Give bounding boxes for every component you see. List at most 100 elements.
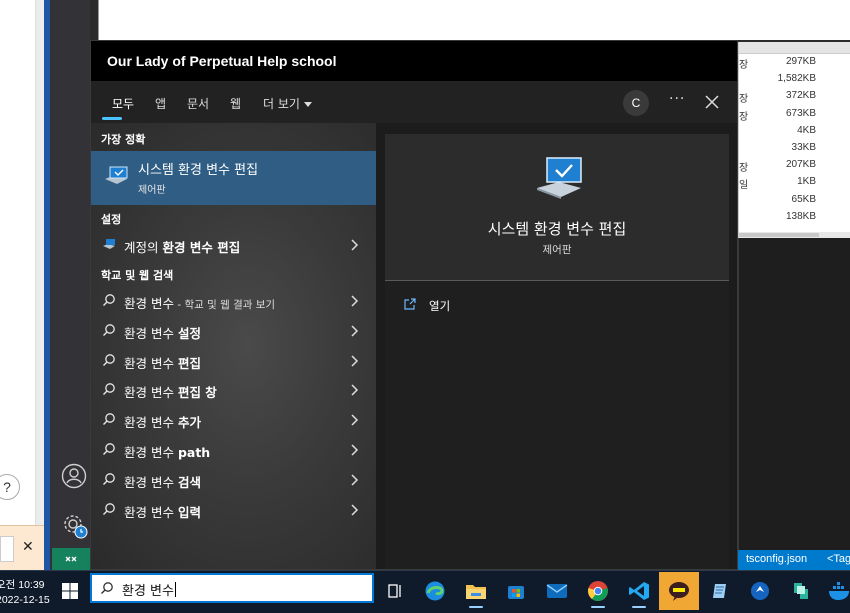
account-avatar[interactable]: C	[623, 90, 649, 116]
settings-result-item[interactable]: 계정의 환경 변수 편집	[91, 230, 376, 260]
task-view-icon[interactable]	[381, 577, 409, 605]
web-result-item[interactable]: 환경 변수 추가	[91, 405, 376, 435]
clock-time: 오전 10:39	[0, 579, 45, 591]
chevron-right-icon	[351, 239, 359, 251]
best-match-item[interactable]: 시스템 환경 변수 편집 제어판	[91, 151, 376, 205]
search-icon	[101, 582, 113, 594]
panel-header: Our Lady of Perpetual Help school	[91, 41, 737, 81]
kakaotalk-icon[interactable]	[659, 572, 699, 610]
settings-gear-icon[interactable]	[61, 512, 89, 540]
chevron-right-icon	[351, 384, 359, 396]
remote-indicator-icon[interactable]	[52, 548, 90, 570]
system-clock[interactable]: 오전 10:39 2022-12-15	[0, 578, 50, 608]
preview-pane: 시스템 환경 변수 편집 제어판 열기	[385, 134, 729, 569]
file-row[interactable]: 장 372KB	[739, 88, 850, 105]
web-result-item[interactable]: 환경 변수 path	[91, 435, 376, 465]
file-row[interactable]: 장 297KB	[739, 54, 850, 71]
editor-tab-tag[interactable]: <Tag	[827, 553, 850, 565]
notification-box	[0, 536, 14, 562]
editor-tab-tsconfig[interactable]: tsconfig.json	[746, 553, 807, 565]
background-window-top	[98, 0, 850, 40]
notepad-icon[interactable]	[706, 577, 734, 605]
organization-title: Our Lady of Perpetual Help school	[107, 53, 337, 69]
system-properties-large-icon	[537, 157, 582, 199]
search-icon	[103, 502, 115, 515]
web-result-label: 환경 변수 추가	[124, 415, 201, 431]
web-result-label: 환경 변수 검색	[124, 474, 201, 490]
web-result-item[interactable]: 환경 변수 설정	[91, 316, 376, 346]
active-tab-indicator	[102, 117, 122, 120]
open-action-label: 열기	[429, 299, 451, 313]
web-result-label: 환경 변수 - 학교 및 웹 결과 보기	[124, 296, 276, 311]
tab-documents[interactable]: 문서	[187, 95, 209, 112]
best-match-subtitle: 제어판	[138, 185, 166, 196]
more-options-icon[interactable]: ···	[669, 91, 685, 107]
tab-more-label: 더 보기	[263, 97, 300, 111]
file-row[interactable]: 장 207KB	[739, 157, 850, 174]
windows-start-icon[interactable]	[60, 581, 80, 601]
file-row[interactable]: 138KB	[739, 209, 850, 226]
vscode-icon[interactable]	[625, 577, 653, 608]
open-action[interactable]: 열기	[403, 296, 603, 318]
tab-web[interactable]: 웹	[230, 95, 241, 112]
notification-close-icon[interactable]: ✕	[22, 538, 34, 555]
best-match-title: 시스템 환경 변수 편집	[138, 163, 259, 178]
preview-title: 시스템 환경 변수 편집	[487, 220, 627, 238]
file-size: 1KB	[797, 176, 816, 188]
file-row[interactable]: 4KB	[739, 123, 850, 140]
file-row[interactable]: 일 1KB	[739, 174, 850, 191]
edge-browser-icon[interactable]	[421, 577, 449, 605]
search-icon	[103, 413, 115, 426]
file-size: 673KB	[785, 107, 816, 119]
file-type-char: 장	[739, 163, 749, 175]
mail-icon[interactable]	[543, 577, 571, 605]
search-icon	[103, 383, 115, 396]
pinned-app-icon-2[interactable]	[787, 577, 815, 605]
chrome-icon[interactable]	[584, 577, 612, 608]
web-result-label: 환경 변수 편집 창	[124, 385, 217, 401]
tab-more[interactable]: 더 보기	[263, 95, 312, 112]
preview-subtitle: 제어판	[542, 244, 572, 256]
file-size: 297KB	[785, 56, 816, 67]
taskbar-search-input[interactable]: 환경 변수	[90, 573, 374, 603]
chevron-right-icon	[351, 444, 359, 456]
search-query: 환경 변수	[122, 582, 176, 599]
open-external-icon	[404, 298, 416, 310]
taskbar: 환경 변수	[0, 570, 850, 613]
close-icon[interactable]	[703, 93, 721, 111]
tab-apps[interactable]: 앱	[155, 95, 166, 112]
file-row[interactable]: 장 673KB	[739, 106, 850, 123]
user-account-icon[interactable]	[61, 463, 87, 489]
preview-header: 시스템 환경 변수 편집 제어판	[385, 134, 729, 281]
background-scrollbar[interactable]	[35, 0, 78, 525]
pinned-app-icon[interactable]	[746, 577, 774, 605]
chevron-right-icon	[351, 355, 359, 367]
file-row[interactable]: 65KB	[739, 192, 850, 209]
file-size: 207KB	[785, 159, 816, 171]
help-icon: ?	[3, 479, 11, 495]
docker-icon[interactable]	[826, 577, 850, 605]
tab-all[interactable]: 모두	[112, 95, 134, 112]
web-result-item[interactable]: 환경 변수 편집 창	[91, 375, 376, 405]
chevron-right-icon	[351, 295, 359, 307]
web-result-item[interactable]: 환경 변수 편집	[91, 346, 376, 376]
file-size: 33KB	[791, 141, 816, 153]
file-size: 4KB	[797, 124, 816, 136]
web-result-label: 환경 변수 설정	[124, 325, 201, 341]
web-result-item[interactable]: 환경 변수 입력	[91, 495, 376, 525]
chevron-down-icon	[303, 102, 312, 107]
web-result-item[interactable]: 환경 변수 - 학교 및 웹 결과 보기	[91, 286, 376, 316]
start-search-panel: Our Lady of Perpetual Help school 모두 앱 문…	[90, 40, 738, 570]
file-type-char: 장	[739, 111, 749, 123]
web-result-label: 환경 변수 입력	[124, 504, 201, 520]
store-icon[interactable]	[502, 577, 530, 605]
file-explorer-icon[interactable]	[462, 577, 490, 608]
web-result-item[interactable]: 환경 변수 검색	[91, 465, 376, 495]
file-row[interactable]: 1,582KB	[739, 71, 850, 88]
file-row[interactable]: 33KB	[739, 140, 850, 157]
file-type-char: 장	[739, 94, 749, 106]
section-best-match: 가장 정확	[101, 133, 146, 146]
search-icon	[103, 323, 115, 336]
file-size: 372KB	[785, 90, 816, 102]
chevron-right-icon	[351, 325, 359, 337]
